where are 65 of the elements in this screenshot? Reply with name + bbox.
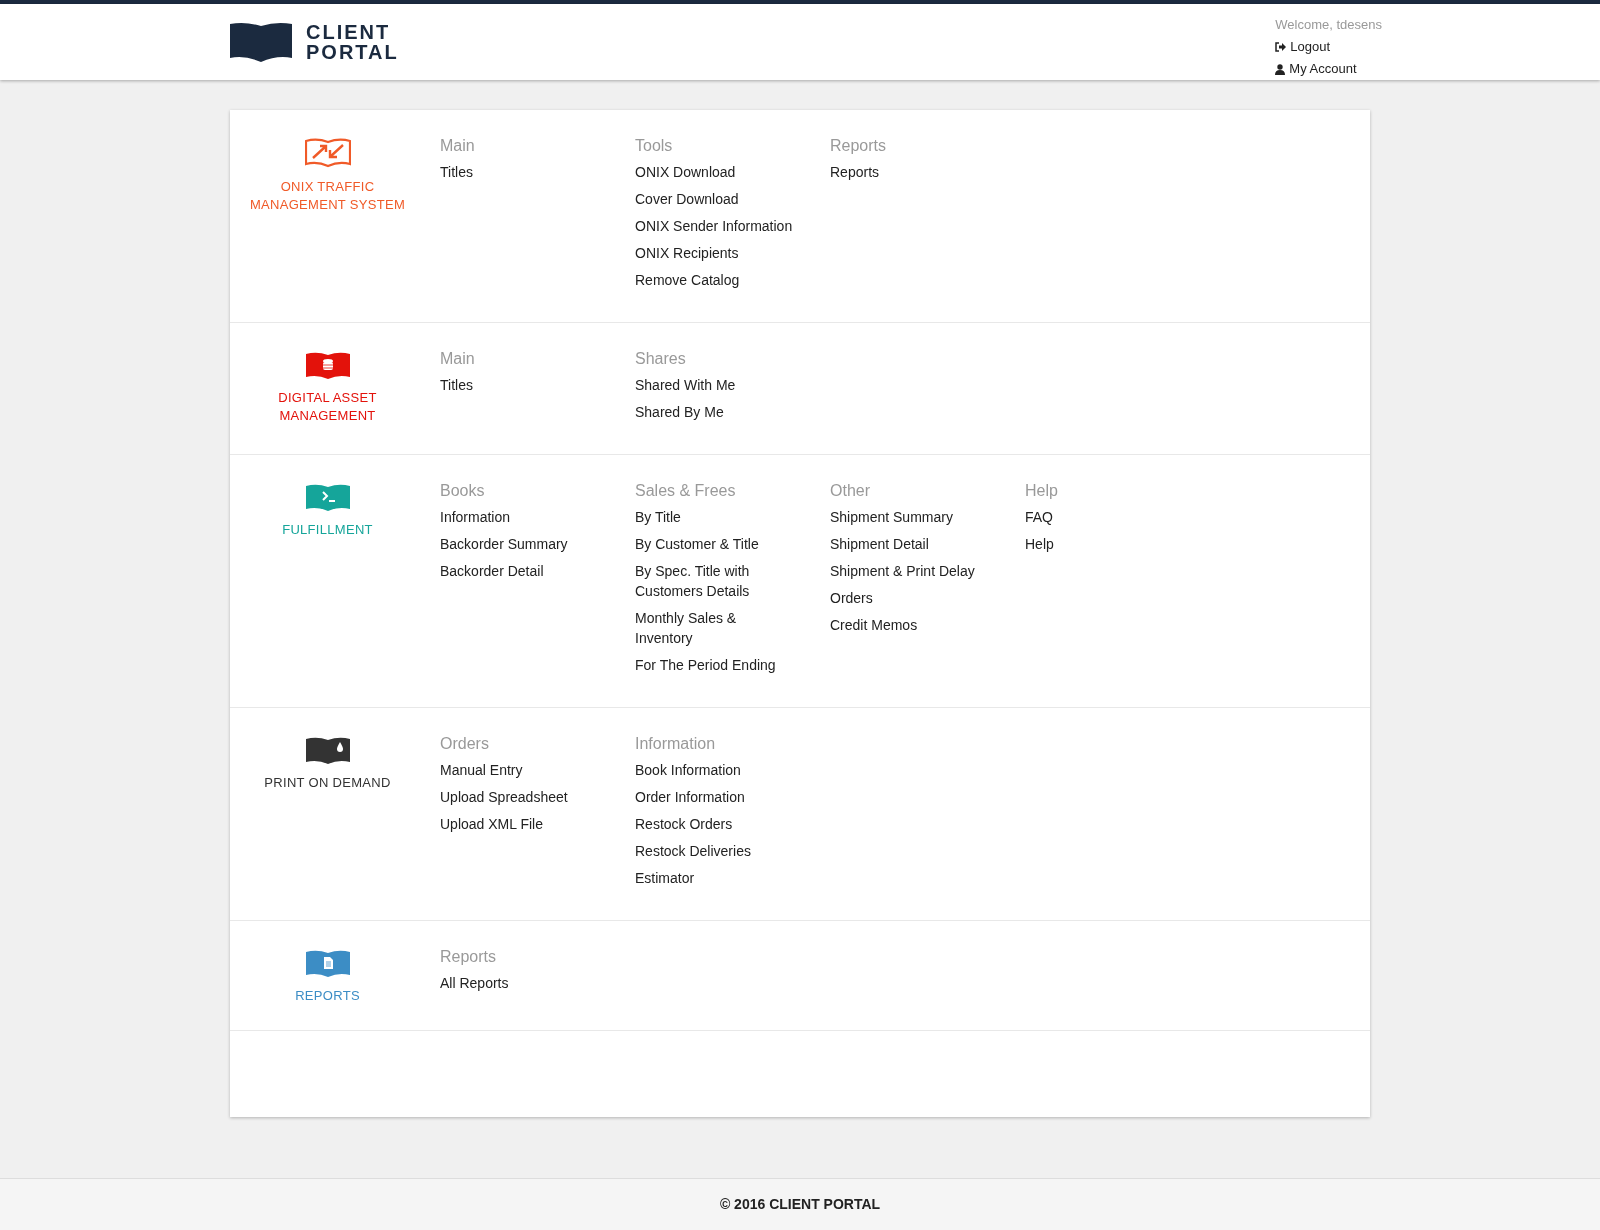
menu-link[interactable]: Help [1025,534,1186,554]
menu-link[interactable]: Manual Entry [440,760,601,780]
group-heading: Books [440,481,486,501]
book-logo-icon [230,22,292,62]
menu-link[interactable]: For The Period Ending [635,655,796,675]
book-ink-drop-icon [305,736,350,764]
sign-out-icon [1275,42,1287,52]
menu-link[interactable]: Information [440,507,601,527]
book-terminal-icon [305,483,350,511]
menu-link[interactable]: Orders [830,588,991,608]
section-title: DIGITAL ASSET MANAGEMENT [277,389,378,425]
menu-link[interactable]: Backorder Summary [440,534,601,554]
group-heading: Reports [440,947,498,967]
section-title: REPORTS [294,987,361,1005]
group-heading: Help [1025,481,1059,501]
menu-link[interactable]: Shared With Me [635,375,796,395]
menu-link[interactable]: Shared By Me [635,402,796,422]
group-heading: Tools [635,136,674,156]
menu-link[interactable]: Order Information [635,787,796,807]
copyright-text: © 2016 CLIENT PORTAL [719,1195,881,1214]
menu-link[interactable]: ONIX Sender Information [635,216,796,236]
welcome-text: Welcome, tdesens [1275,16,1382,34]
account-link[interactable]: My Account [1275,58,1382,80]
menu-link[interactable]: Shipment & Print Delay [830,561,991,581]
menu-link[interactable]: Cover Download [635,189,796,209]
group-heading: Information [635,734,717,754]
group-heading: Other [830,481,871,501]
menu-link[interactable]: By Title [635,507,796,527]
menu-link[interactable]: All Reports [440,973,601,993]
group-heading: Main [440,349,476,369]
menu-link[interactable]: FAQ [1025,507,1186,527]
menu-link[interactable]: Shipment Summary [830,507,991,527]
group-heading: Orders [440,734,490,754]
section-title: ONIX TRAFFIC MANAGEMENT SYSTEM [248,178,407,214]
group-heading: Main [440,136,476,156]
menu-link[interactable]: ONIX Recipients [635,243,796,263]
menu-link[interactable]: Monthly Sales & Inventory [635,608,796,648]
book-arrows-icon [304,138,351,168]
book-document-icon [305,949,350,977]
group-heading: Reports [830,136,888,156]
logo-text: PORTAL [306,42,399,62]
menu-link[interactable]: Book Information [635,760,796,780]
menu-link[interactable]: Restock Deliveries [635,841,796,861]
menu-link[interactable]: Upload XML File [440,814,601,834]
section-title: FULFILLMENT [281,521,374,539]
logo-text: CLIENT [306,22,392,42]
logout-link[interactable]: Logout [1275,36,1382,58]
menu-link[interactable]: Shipment Detail [830,534,991,554]
menu-link[interactable]: Backorder Detail [440,561,601,581]
user-icon [1275,63,1286,75]
menu-link[interactable]: Upload Spreadsheet [440,787,601,807]
menu-link[interactable]: Titles [440,375,601,395]
menu-link[interactable]: By Customer & Title [635,534,796,554]
menu-link[interactable]: Restock Orders [635,814,796,834]
menu-link[interactable]: ONIX Download [635,162,796,182]
group-heading: Shares [635,349,687,369]
section-title: PRINT ON DEMAND [263,774,392,792]
menu-link[interactable]: Titles [440,162,601,182]
menu-link[interactable]: Remove Catalog [635,270,796,290]
menu-link[interactable]: Reports [830,162,991,182]
menu-link[interactable]: By Spec. Title with Customers Details [635,561,796,601]
menu-link[interactable]: Credit Memos [830,615,991,635]
menu-link[interactable]: Estimator [635,868,796,888]
book-database-icon [305,351,350,379]
group-heading: Sales & Frees [635,481,737,501]
